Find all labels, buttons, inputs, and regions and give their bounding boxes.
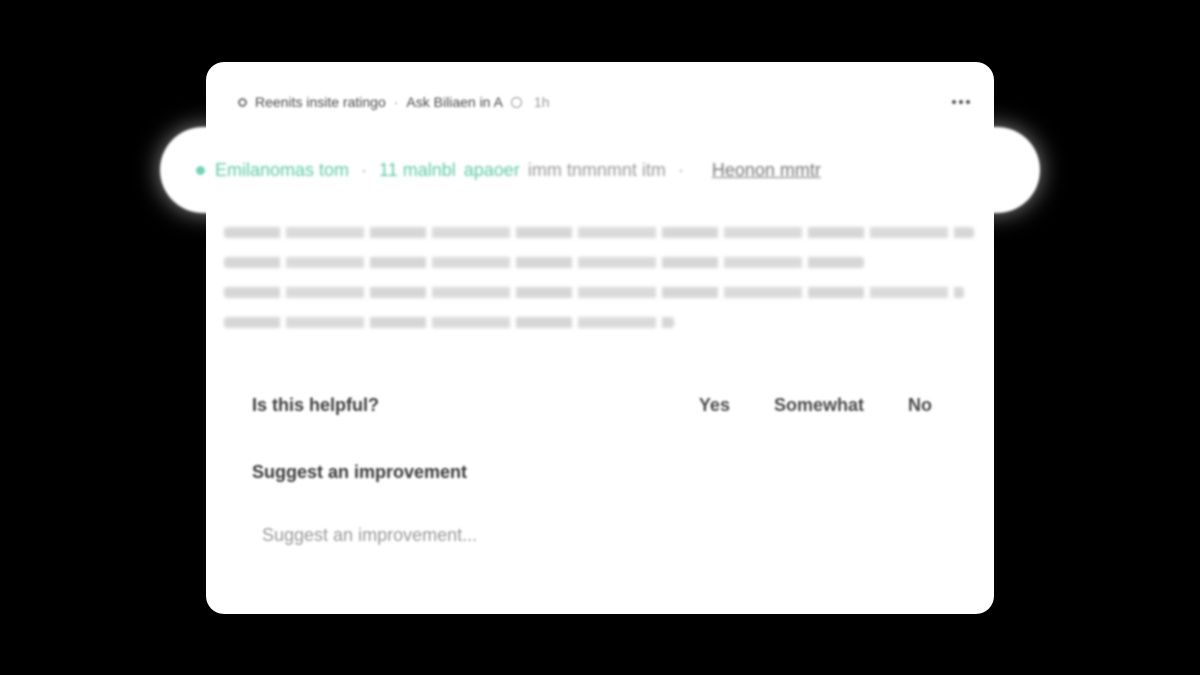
highlight-rest: imm tnmnmnt itm	[527, 159, 666, 180]
highlight-action: apaoer	[463, 159, 520, 180]
blurred-body-text	[224, 227, 976, 347]
text-line	[224, 317, 674, 328]
header-author: Ask Biliaen in A	[406, 94, 503, 110]
highlight-count: 11 malnbl	[379, 159, 456, 180]
highlight-label: Emilanomas tom	[215, 159, 350, 180]
feedback-options: Yes Somewhat No	[699, 395, 932, 416]
accent-dot-icon	[196, 165, 205, 175]
text-line	[224, 257, 864, 268]
highlight-pill: Emilanomas tom · 11 malnbl apaoer imm tn…	[160, 127, 1040, 213]
feedback-yes-button[interactable]: Yes	[699, 395, 730, 416]
clock-icon	[510, 96, 522, 108]
suggest-title: Suggest an improvement	[252, 462, 468, 482]
text-line	[224, 287, 964, 298]
header-separator: ·	[393, 94, 399, 110]
status-dot-icon	[238, 97, 247, 107]
suggest-input[interactable]	[250, 517, 974, 553]
more-options-icon[interactable]	[952, 100, 970, 104]
text-line	[224, 227, 974, 238]
feedback-row: Is this helpful? Yes Somewhat No	[252, 392, 952, 418]
feedback-no-button[interactable]: No	[908, 395, 932, 416]
screen: Reenits insite ratingo · Ask Biliaen in …	[0, 0, 1200, 675]
highlight-separator-2: ·	[677, 159, 684, 180]
feedback-question: Is this helpful?	[252, 394, 380, 415]
highlight-separator: ·	[361, 159, 368, 180]
feedback-somewhat-button[interactable]: Somewhat	[774, 395, 864, 416]
card-header: Reenits insite ratingo · Ask Biliaen in …	[238, 90, 970, 114]
highlight-link[interactable]: Heonon mmtr	[712, 160, 821, 181]
header-meta: 1h	[533, 94, 550, 110]
header-title: Reenits insite ratingo	[255, 94, 386, 110]
